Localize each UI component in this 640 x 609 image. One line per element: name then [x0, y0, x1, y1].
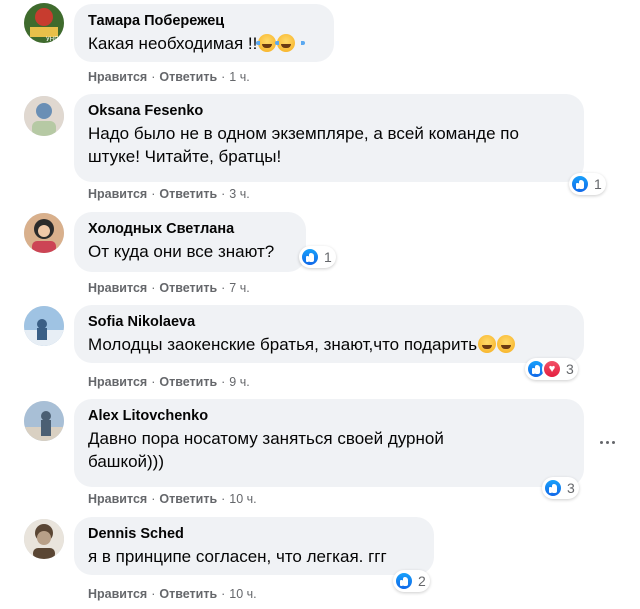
- face-with-tears-of-joy-icon: [256, 34, 287, 52]
- comment-text: я в принципе согласен, что легкая. ггг: [88, 547, 387, 566]
- reply-link[interactable]: Ответить: [159, 492, 217, 506]
- comment-actions: Нравится · Ответить · 3 ч.: [88, 186, 250, 202]
- grinning-face-icon: [497, 335, 516, 353]
- like-icon: [543, 478, 563, 498]
- like-icon: [394, 571, 414, 591]
- comment-actions: Нравится · Ответить · 7 ч.: [88, 280, 250, 296]
- like-link[interactable]: Нравится: [88, 187, 147, 201]
- avatar[interactable]: [24, 96, 64, 136]
- reply-link[interactable]: Ответить: [159, 587, 217, 601]
- comment-time[interactable]: 7 ч.: [229, 281, 249, 295]
- comment-bubble: Тамара Побережец Какая необходимая !!: [74, 4, 334, 62]
- comment-actions: Нравится · Ответить · 9 ч.: [88, 374, 250, 390]
- like-link[interactable]: Нравится: [88, 492, 147, 506]
- avatar[interactable]: [24, 213, 64, 253]
- separator: ·: [151, 70, 156, 84]
- reply-link[interactable]: Ответить: [159, 281, 217, 295]
- comment-author[interactable]: Dennis Sched: [88, 525, 422, 543]
- separator: ·: [151, 375, 156, 389]
- avatar[interactable]: [24, 306, 64, 346]
- like-link[interactable]: Нравится: [88, 281, 147, 295]
- reply-link[interactable]: Ответить: [159, 70, 217, 84]
- more-horizontal-icon: [605, 440, 609, 444]
- comment-bubble: Oksana Fesenko Надо было не в одном экзе…: [74, 94, 584, 182]
- avatar-image: [24, 401, 64, 441]
- separator: ·: [151, 281, 156, 295]
- like-link[interactable]: Нравится: [88, 587, 147, 601]
- comment-time[interactable]: 9 ч.: [229, 375, 249, 389]
- like-icon: [300, 247, 320, 267]
- avatar-image: [24, 96, 64, 136]
- comment-text-line: Какая необходимая !!: [88, 34, 258, 53]
- avatar-image: [24, 519, 64, 559]
- avatar[interactable]: [24, 401, 64, 441]
- comment-text: Какая необходимая !!: [88, 32, 322, 55]
- comment-text: От куда они все знают?: [88, 242, 275, 261]
- separator: ·: [151, 187, 156, 201]
- like-link[interactable]: Нравится: [88, 375, 147, 389]
- comment-time[interactable]: 10 ч.: [229, 492, 256, 506]
- reply-link[interactable]: Ответить: [159, 375, 217, 389]
- comment-time[interactable]: 3 ч.: [229, 187, 249, 201]
- love-icon: [542, 359, 562, 379]
- reaction-count: 1: [594, 176, 602, 192]
- comment-bubble: Dennis Sched я в принципе согласен, что …: [74, 517, 434, 575]
- like-link[interactable]: Нравится: [88, 70, 147, 84]
- like-icon: [570, 174, 590, 194]
- separator: ·: [151, 492, 156, 506]
- avatar-image: [24, 213, 64, 253]
- comment-bubble: Alex Litovchenko Давно пора носатому зан…: [74, 399, 584, 487]
- separator: ·: [221, 375, 226, 389]
- comment-text-line: Давно пора носатому заняться своей дурно…: [88, 429, 444, 448]
- reaction-summary[interactable]: 1: [569, 173, 606, 195]
- reply-link[interactable]: Ответить: [159, 187, 217, 201]
- separator: ·: [221, 187, 226, 201]
- reaction-count: 2: [418, 573, 426, 589]
- comment-text: Молодцы заокенские братья, знают,что под…: [88, 333, 572, 356]
- reaction-summary[interactable]: 3: [525, 358, 578, 380]
- separator: ·: [221, 587, 226, 601]
- comment-bubble: Sofia Nikolaeva Молодцы заокенские брать…: [74, 305, 584, 363]
- reaction-count: 3: [566, 361, 574, 377]
- relieved-face-icon: [478, 335, 497, 353]
- comment-bubble: Холодных Светлана От куда они все знают?: [74, 212, 306, 272]
- avatar[interactable]: УНП: [24, 3, 64, 43]
- comment-text-line: Молодцы заокенские братья, знают,что под…: [88, 335, 478, 354]
- comment-text-line: штуке! Читайте, братцы!: [88, 147, 282, 166]
- comment-actions: Нравится · Ответить · 1 ч.: [88, 69, 250, 85]
- face-with-tears-of-joy-icon: [275, 34, 306, 52]
- comment-actions: Нравится · Ответить · 10 ч.: [88, 491, 257, 507]
- separator: ·: [221, 281, 226, 295]
- separator: ·: [151, 587, 156, 601]
- comment-text-line: башкой))): [88, 452, 165, 471]
- more-horizontal-icon: [611, 440, 615, 444]
- comment-author[interactable]: Oksana Fesenko: [88, 102, 572, 120]
- comment-time[interactable]: 1 ч.: [229, 70, 249, 84]
- avatar-image: УНП: [24, 3, 64, 43]
- reaction-count: 1: [324, 249, 332, 265]
- comment-text: Давно пора носатому заняться своей дурно…: [88, 427, 572, 473]
- more-options-button[interactable]: [595, 430, 619, 454]
- more-horizontal-icon: [599, 440, 603, 444]
- reaction-summary[interactable]: 1: [299, 246, 336, 268]
- separator: ·: [221, 492, 226, 506]
- comment-author[interactable]: Alex Litovchenko: [88, 407, 572, 425]
- comment-author[interactable]: Тамара Побережец: [88, 12, 322, 30]
- reaction-count: 3: [567, 480, 575, 496]
- comment-actions: Нравится · Ответить · 10 ч.: [88, 586, 257, 602]
- comment-text: Надо было не в одном экземпляре, а всей …: [88, 122, 572, 168]
- reaction-summary[interactable]: 3: [542, 477, 579, 499]
- avatar[interactable]: [24, 519, 64, 559]
- comment-author[interactable]: Холодных Светлана: [88, 220, 294, 238]
- comment-author[interactable]: Sofia Nikolaeva: [88, 313, 572, 331]
- comment-text-line: Надо было не в одном экземпляре, а всей …: [88, 124, 519, 143]
- separator: ·: [221, 70, 226, 84]
- svg-text:УНП: УНП: [46, 36, 59, 43]
- avatar-image: [24, 306, 64, 346]
- reaction-summary[interactable]: 2: [393, 570, 430, 592]
- comment-time[interactable]: 10 ч.: [229, 587, 256, 601]
